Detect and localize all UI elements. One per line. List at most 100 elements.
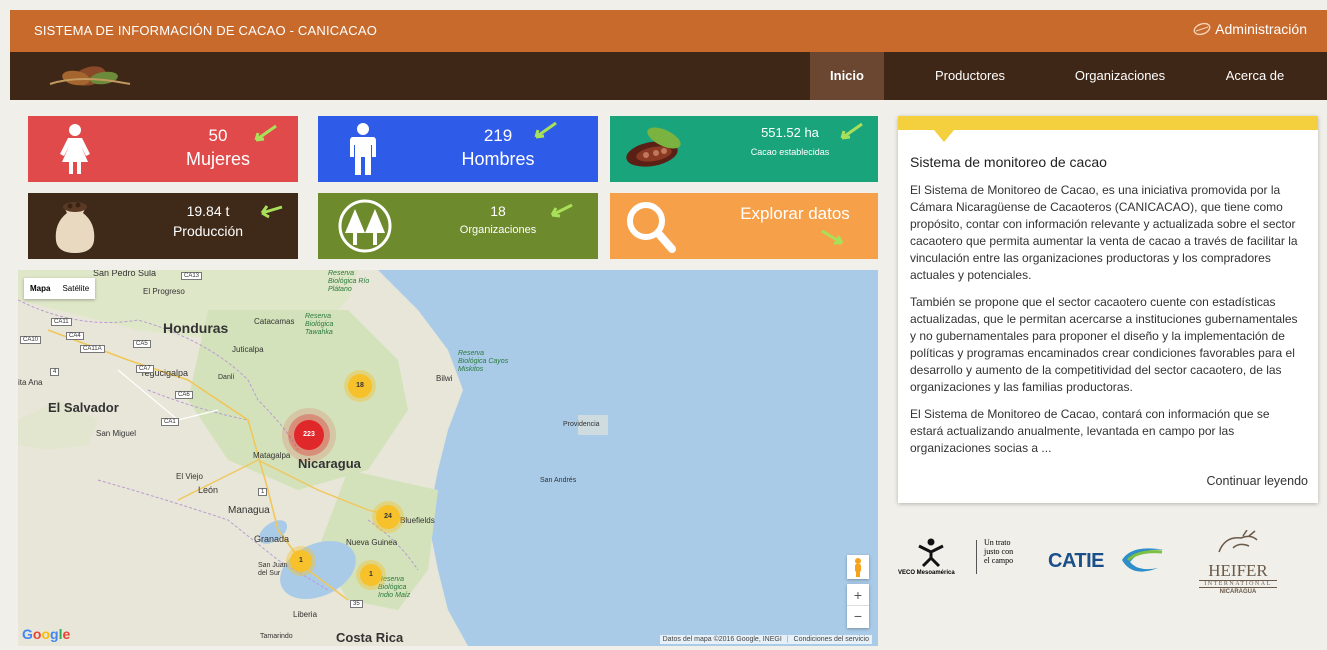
trees-icon (338, 199, 392, 253)
map[interactable]: Mapa Satélite San Pedro Sula El Progreso… (18, 270, 878, 646)
map-type-satelite[interactable]: Satélite (56, 278, 95, 299)
road-shield: CA7 (136, 365, 154, 373)
card-paragraph: También se propone que el sector cacaote… (910, 295, 1298, 394)
tile-cacao[interactable]: 551.52 ha Cacao establecidas (610, 116, 878, 182)
map-label: Bluefields (400, 516, 435, 525)
terms-link[interactable]: Condiciones del servicio (794, 636, 869, 643)
attribution-text: Datos del mapa ©2016 Google, INEGI (662, 636, 782, 643)
map-label: El Progreso (143, 287, 185, 296)
map-terrain (18, 270, 608, 646)
map-label: Honduras (163, 320, 229, 336)
veco-figure-icon (918, 538, 944, 568)
zoom-out-button[interactable]: − (847, 606, 869, 628)
map-cluster-marker[interactable]: 223 (294, 420, 324, 450)
heifer-logo[interactable]: HEIFER INTERNATIONAL NICARAGUA (1193, 529, 1283, 610)
map-cluster-marker[interactable]: 1 (290, 550, 312, 572)
road-shield: CA1 (161, 418, 179, 426)
map-label: Catacamas (254, 317, 295, 326)
map-label: Bilwi (436, 374, 453, 383)
road-shield: CA6 (175, 391, 193, 399)
map-cluster-marker[interactable]: 1 (360, 564, 382, 586)
road-shield: CA5 (133, 340, 151, 348)
hombres-count: 219 (483, 126, 513, 145)
catie-swoosh-icon (1122, 548, 1164, 572)
catie-name: CATIE (1048, 550, 1105, 572)
card-notch (934, 130, 954, 142)
zoom-in-button[interactable]: + (847, 584, 869, 606)
produccion-label: Producción (172, 223, 244, 239)
man-icon (350, 123, 376, 175)
trend-arrow-icon (534, 121, 557, 139)
veco-logo[interactable]: VECO Mesoamérica Un trato justo con el cam… (898, 538, 1028, 588)
mujeres-label: Mujeres (185, 149, 251, 169)
tile-mujeres[interactable]: 50 Mujeres (28, 116, 298, 182)
map-label: Danlí (218, 374, 235, 381)
heifer-country: NICARAGUA (1219, 589, 1257, 595)
map-label: Reserva Biológica Río Plátano (328, 270, 370, 293)
zoom-control: + − (847, 584, 869, 628)
hombres-label: Hombres (461, 149, 535, 169)
tile-explorar[interactable]: Explorar datos (610, 193, 878, 259)
map-label: ita Ana (18, 378, 43, 387)
site-title: SISTEMA DE INFORMACIÓN DE CACAO - CANICA… (34, 23, 378, 38)
map-type-mapa[interactable]: Mapa (24, 278, 56, 299)
tile-hombres[interactable]: 219 Hombres (318, 116, 598, 182)
map-label: Costa Rica (336, 630, 404, 645)
trend-arrow-icon (550, 203, 573, 218)
admin-link[interactable]: Administración (1193, 21, 1307, 37)
map-label: San Juan del Sur (258, 562, 288, 577)
card-body: El Sistema de Monitoreo de Cacao, es una… (910, 182, 1306, 467)
tile-organizaciones[interactable]: 18 Organizaciones (318, 193, 598, 259)
road-shield: CA4 (66, 332, 84, 340)
catie-logo[interactable]: CATIE (1048, 540, 1178, 580)
info-card: Sistema de monitoreo de cacao El Sistema… (898, 116, 1318, 503)
cacao-label: Cacao establecidas (750, 147, 830, 157)
map-label: Juticalpa (232, 345, 264, 354)
map-label: Reserva Biológica Tawahka (305, 313, 334, 336)
woman-icon (60, 124, 90, 174)
heifer-animal-icon (1218, 529, 1258, 553)
heifer-name: HEIFER (1208, 561, 1268, 580)
cacao-area: 551.52 ha (761, 125, 819, 140)
explorar-label: Explorar datos (740, 204, 850, 223)
card-accent-band (898, 116, 1318, 130)
map-cluster-marker[interactable]: 24 (376, 505, 400, 529)
tile-produccion[interactable]: 19.84 t Producción (28, 193, 298, 259)
continue-reading-link[interactable]: Continuar leyendo (1207, 474, 1308, 488)
map-cluster-marker[interactable]: 18 (348, 374, 372, 398)
pegman-icon (855, 558, 861, 577)
road-shield: CA11 (51, 318, 72, 326)
map-label: Granada (254, 534, 290, 544)
map-label: Reserva Biológica Indio Maíz (378, 576, 411, 599)
produccion-value: 19.84 t (186, 203, 230, 219)
nav-inicio[interactable]: Inicio (810, 52, 884, 100)
road-shield: CA10 (20, 336, 42, 344)
heifer-sub: INTERNATIONAL (1199, 580, 1277, 588)
trend-arrow-icon (840, 122, 863, 140)
search-icon (627, 202, 676, 253)
cacao-pod-icon (626, 127, 681, 167)
top-bar: SISTEMA DE INFORMACIÓN DE CACAO - CANICA… (10, 10, 1327, 52)
road-shield: 1 (258, 488, 268, 496)
trend-arrow-icon (260, 205, 283, 219)
road-shield: CA11A (80, 345, 105, 353)
map-label: León (198, 485, 219, 495)
road-shield: CA13 (181, 272, 203, 280)
mujeres-count: 50 (208, 126, 228, 145)
map-label: Reserva Biológica Cayos Miskitos (458, 350, 509, 373)
card-paragraph: El Sistema de Monitoreo de Cacao, contar… (910, 407, 1270, 455)
veco-name: VECO Mesoamérica (898, 570, 955, 576)
trend-arrow-icon (254, 124, 277, 142)
veco-tagline: Un trato justo con el campo (984, 538, 1014, 565)
map-label: Liberia (293, 610, 318, 619)
card-paragraph: El Sistema de Monitoreo de Cacao, es una… (910, 183, 1298, 282)
street-view-pegman[interactable] (847, 555, 869, 579)
map-attribution: Datos del mapa ©2016 Google, INEGI | Con… (659, 635, 872, 644)
google-logo: Google (22, 626, 71, 642)
map-label: San Miguel (96, 429, 137, 438)
nav-productores[interactable]: Productores (915, 52, 1025, 100)
card-title: Sistema de monitoreo de cacao (910, 154, 1107, 170)
map-label: Nueva Guinea (346, 538, 398, 547)
nav-acerca-de[interactable]: Acerca de (1210, 52, 1300, 100)
nav-organizaciones[interactable]: Organizaciones (1060, 52, 1180, 100)
